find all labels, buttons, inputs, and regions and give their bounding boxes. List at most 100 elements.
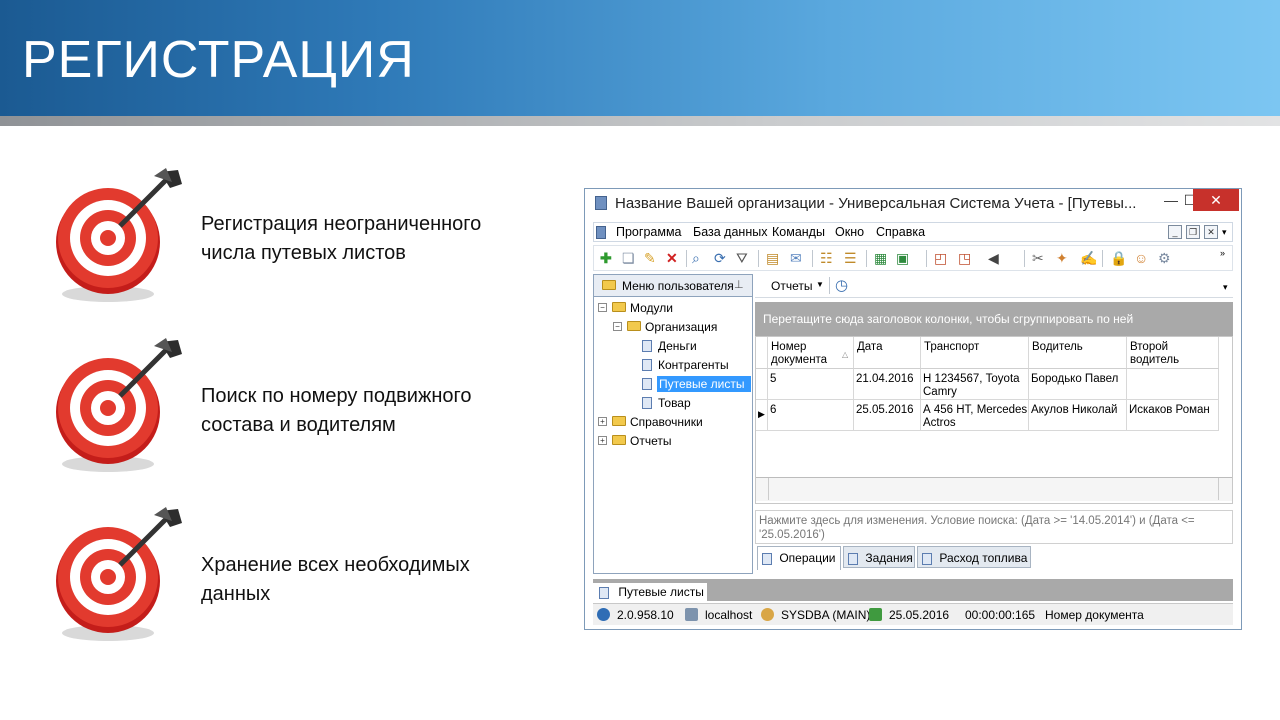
bullet-line: числа путевых листов [201, 242, 406, 264]
reports-button[interactable]: Отчеты [771, 279, 812, 293]
column-header-date[interactable]: Дата [854, 337, 921, 369]
group-panel[interactable]: Перетащите сюда заголовок колонки, чтобы… [755, 302, 1233, 336]
chevron-down-icon[interactable]: ▾ [1223, 282, 1228, 293]
mdi-restore-icon[interactable]: ❐ [1186, 225, 1200, 239]
document-icon [642, 397, 652, 409]
bullet-line: Поиск по номеру подвижного [201, 385, 472, 407]
bullet-item: Поиск по номеру подвижного состава и вод… [50, 336, 570, 476]
add-icon[interactable]: ✚ [600, 250, 612, 266]
users-icon[interactable]: ☺ [1134, 250, 1148, 266]
edit-icon[interactable]: ✎ [644, 250, 656, 266]
column-header-second-driver[interactable]: Второй водитель [1127, 337, 1219, 369]
status-user: SYSDBA (MAIN) [781, 608, 871, 622]
document-tabs-bar: Путевые листы [593, 579, 1233, 601]
main-toolbar: ✚ ❏ ✎ ✕ ⌕ ⟳ ⛛ ▤ ✉ ☷ ☰ ▦ ▣ ◰ ◳ ◀ ✂ ✦ ✍ 🔒 … [593, 245, 1233, 271]
target-icon [56, 338, 182, 472]
table-cell[interactable]: Бородько Павел [1029, 369, 1127, 400]
magic-icon[interactable]: ✦ [1056, 250, 1068, 266]
table-cell[interactable]: А 456 НТ, Mercedes Actros [921, 400, 1029, 431]
menu-item-database[interactable]: База данных [693, 225, 767, 239]
import-icon[interactable]: ▤ [766, 250, 779, 266]
export-icon[interactable]: ▣ [896, 250, 909, 266]
sound-icon[interactable]: ◀ [988, 250, 999, 266]
tree-icon[interactable]: ☷ [820, 250, 833, 266]
tab-tasks[interactable]: Задания [843, 546, 915, 568]
column-header-driver[interactable]: Водитель [1029, 337, 1127, 369]
document-icon [848, 552, 858, 565]
mdi-close-icon[interactable]: ✕ [1204, 225, 1218, 239]
table-cell[interactable] [1127, 369, 1219, 400]
chevron-down-icon[interactable]: ▾ [1222, 227, 1227, 238]
excel-icon[interactable]: ▦ [874, 250, 887, 266]
document-icon [762, 552, 772, 565]
table-cell[interactable]: 25.05.2016 [854, 400, 921, 431]
current-row-indicator: ▶ [756, 400, 768, 431]
clock-icon[interactable]: ◷ [835, 276, 848, 294]
column-header-number[interactable]: Номер документа △ [768, 337, 854, 369]
tools-icon[interactable]: ✂ [1032, 250, 1044, 266]
mdi-minimize-icon[interactable]: _ [1168, 225, 1182, 239]
collapse-icon[interactable]: − [613, 322, 622, 331]
copy-icon[interactable]: ❏ [622, 250, 635, 266]
comment-icon[interactable]: ✉ [790, 250, 802, 266]
new-window-icon[interactable]: ◰ [934, 250, 947, 266]
status-host: localhost [705, 608, 753, 622]
expand-icon[interactable]: + [598, 436, 607, 445]
bullet-line: Хранение всех необходимых [201, 554, 470, 576]
tab-fuel-consumption[interactable]: Расход топлива [917, 546, 1031, 568]
status-bar: 2.0.958.10 localhost SYSDBA (MAIN) 25.05… [593, 603, 1233, 625]
target-icon [56, 168, 182, 302]
table-cell[interactable]: 6 [768, 400, 854, 431]
menu-item-program[interactable]: Программа [616, 225, 682, 239]
detail-tabs: Операции Задания Расход топлива [755, 546, 1233, 570]
menu-bar: Программа База данных Команды Окно Справ… [593, 222, 1233, 242]
refresh-icon[interactable]: ⟳ [714, 250, 726, 266]
window-titlebar[interactable]: Название Вашей организации - Универсальн… [585, 189, 1241, 217]
delete-icon[interactable]: ✕ [666, 250, 678, 266]
table-cell[interactable]: Н 1234567, Toyota Camry [921, 369, 1029, 400]
filter-condition[interactable]: Нажмите здесь для изменения. Условие пои… [755, 510, 1233, 544]
collapse-icon[interactable]: − [598, 303, 607, 312]
user-icon [761, 608, 774, 621]
pin-icon[interactable]: ⊥ [734, 278, 744, 291]
status-version: 2.0.958.10 [617, 608, 674, 622]
reports-toolbar: Отчеты ▼ ◷ ▾ [755, 274, 1233, 298]
menu-item-help[interactable]: Справка [876, 225, 925, 239]
chevron-down-icon[interactable]: ▼ [816, 280, 824, 289]
document-tab-waybills[interactable]: Путевые листы [593, 583, 707, 601]
overflow-icon[interactable]: » [1220, 248, 1225, 258]
table-cell[interactable]: Акулов Николай [1029, 400, 1127, 431]
notes-icon[interactable]: ✍ [1080, 250, 1097, 266]
sort-asc-icon: △ [842, 350, 849, 359]
table-cell[interactable]: Искаков Роман [1127, 400, 1219, 431]
document-icon [642, 340, 652, 352]
group-hint: Перетащите сюда заголовок колонки, чтобы… [763, 312, 1134, 326]
filter-icon[interactable]: ⛛ [736, 250, 748, 266]
table-cell[interactable]: 5 [768, 369, 854, 400]
folder-icon [612, 302, 626, 312]
document-icon [642, 359, 652, 371]
column-header-transport[interactable]: Транспорт [921, 337, 1029, 369]
tab-operations[interactable]: Операции [757, 546, 841, 570]
expand-icon[interactable]: + [598, 417, 607, 426]
search-icon[interactable]: ⌕ [692, 250, 700, 266]
server-icon [685, 608, 698, 621]
plugin-icon[interactable]: ⚙ [1158, 250, 1171, 266]
header-stripe [0, 116, 1280, 126]
slide-title: РЕГИСТРАЦИЯ [22, 31, 415, 89]
document-icon [599, 586, 609, 599]
window-title: Название Вашей организации - Универсальн… [615, 195, 1137, 212]
user-menu-header: Меню пользователя ⊥ [594, 275, 752, 297]
folder-icon [612, 416, 626, 426]
bullet-item: Хранение всех необходимых данных [50, 505, 570, 645]
close-window-icon[interactable]: ◳ [958, 250, 971, 266]
menu-item-commands[interactable]: Команды [772, 225, 825, 239]
tree2-icon[interactable]: ☰ [844, 250, 857, 266]
menu-item-window[interactable]: Окно [835, 225, 864, 239]
app-window: Название Вашей организации - Универсальн… [584, 188, 1242, 630]
bullet-line: состава и водителям [201, 414, 396, 436]
table-cell[interactable]: 21.04.2016 [854, 369, 921, 400]
close-button[interactable]: ✕ [1193, 189, 1239, 211]
status-time: 00:00:00:165 [965, 608, 1036, 622]
lock-icon[interactable]: 🔒 [1110, 250, 1127, 266]
